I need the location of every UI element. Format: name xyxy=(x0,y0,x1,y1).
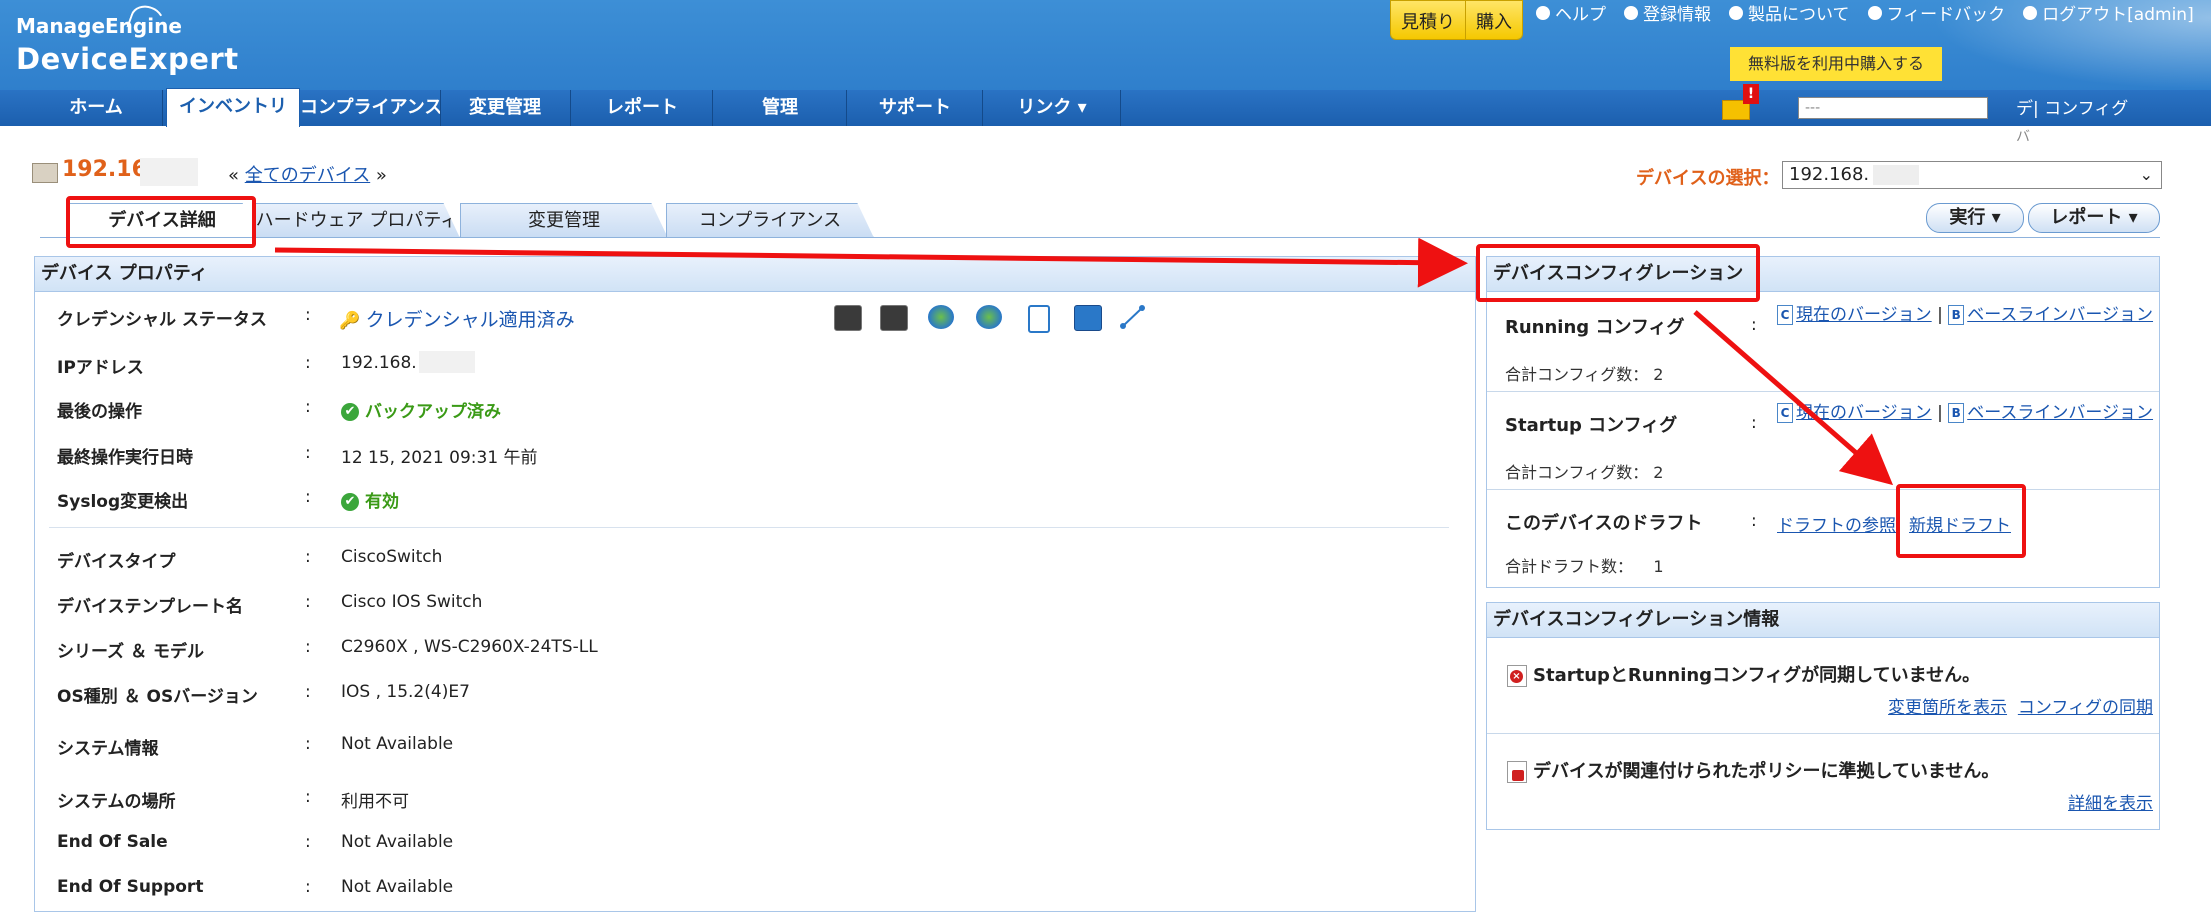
check-icon: ✔ xyxy=(341,403,359,421)
all-devices-link[interactable]: 全てのデバイス xyxy=(245,165,370,186)
buy-button[interactable]: 購入 xyxy=(1466,1,1522,39)
redacted-ip-block xyxy=(1873,165,1919,185)
about-link[interactable]: 製品について xyxy=(1729,0,1850,25)
quote-buy-group: 見積り 購入 xyxy=(1390,0,1523,40)
tab-divider xyxy=(40,237,2160,238)
top-links: ヘルプ 登録情報 製品について フィードバック ログアウト[admin] xyxy=(1536,0,2194,25)
logo-product: DeviceExpert xyxy=(16,42,239,76)
device-select-label: デバイスの選択： xyxy=(1636,168,1780,189)
globe-icon[interactable] xyxy=(928,305,954,329)
sync-error-icon: × xyxy=(1507,665,1527,687)
info-divider xyxy=(1487,733,2159,734)
trial-purchase-button[interactable]: 無料版を利用中購入する xyxy=(1730,47,1942,81)
check-icon: ✔ xyxy=(341,493,359,511)
logo-brand: ManageEngine xyxy=(16,14,182,38)
device-properties-panel: デバイス プロパティ クレデンシャル ステータス : 🔑 クレデンシャル適用済み… xyxy=(34,256,1476,912)
key-icon: 🔑 xyxy=(339,311,361,331)
redacted-ip-block xyxy=(140,158,198,186)
nav-links[interactable]: リンク ▾ xyxy=(984,90,1121,126)
device-properties-title: デバイス プロパティ xyxy=(35,257,1475,292)
draft-section: このデバイスのドラフト : ドラフトの参照 新規ドラフト 合計ドラフト数： 1 xyxy=(1505,511,2011,576)
draft-reference-link[interactable]: ドラフトの参照 xyxy=(1777,511,1896,536)
annotation-box-new-draft xyxy=(1896,484,2026,558)
registration-link[interactable]: 登録情報 xyxy=(1624,0,1711,25)
globe-lock-icon[interactable] xyxy=(976,305,1002,329)
config-info-panel: デバイスコンフィグレーション情報 × StartupとRunningコンフィグが同… xyxy=(1486,602,2160,830)
device-select[interactable]: 192.168. ⌄ xyxy=(1782,161,2162,189)
sync-warning: × StartupとRunningコンフィグが同期していません。 xyxy=(1507,661,1980,687)
help-icon xyxy=(1536,5,1550,20)
all-devices-nav: « 全てのデバイス » xyxy=(228,165,387,186)
tab-change-management[interactable]: 変更管理 xyxy=(460,203,668,238)
running-baseline-version-link[interactable]: ベースラインバージョン xyxy=(1967,305,2153,325)
show-changes-link[interactable]: 変更箇所を表示 xyxy=(1888,698,2007,718)
nav-home[interactable]: ホーム xyxy=(30,90,163,126)
policy-lock-icon xyxy=(1507,761,1527,783)
logout-link[interactable]: ログアウト[admin] xyxy=(2023,0,2194,25)
nav-search-input[interactable]: --- xyxy=(1798,97,1988,119)
nav-admin[interactable]: 管理 xyxy=(714,90,847,126)
nav-compliance[interactable]: コンプライアンス xyxy=(300,90,441,126)
startup-config-section: Startup コンフィグ : C 現在のバージョン | B ベースラインバージョン… xyxy=(1487,391,2159,490)
feedback-icon xyxy=(1867,5,1882,20)
nav-report[interactable]: レポート xyxy=(572,90,713,126)
terminal-lock-icon[interactable] xyxy=(880,305,908,331)
startup-current-version-link[interactable]: 現在のバージョン xyxy=(1796,403,1932,423)
device-config-panel: デバイスコンフィグレーション Running コンフィグ : C 現在のバージョン… xyxy=(1486,256,2160,588)
alert-badge-icon: ! xyxy=(1743,84,1759,104)
monitor-icon[interactable] xyxy=(1074,305,1102,331)
device-icon xyxy=(32,163,58,183)
tab-hardware-properties[interactable]: ハードウェア プロパティ xyxy=(254,203,460,238)
redacted-ip-block xyxy=(419,351,475,373)
config-info-title: デバイスコンフィグレーション情報 xyxy=(1487,603,2159,638)
feedback-link[interactable]: フィードバック xyxy=(1867,0,2005,25)
tab-compliance[interactable]: コンプライアンス xyxy=(666,203,874,238)
baseline-version-icon: B xyxy=(1948,305,1965,325)
sync-config-link[interactable]: コンフィグの同期 xyxy=(2018,698,2153,718)
startup-baseline-version-link[interactable]: ベースラインバージョン xyxy=(1967,403,2153,423)
show-details-link[interactable]: 詳細を表示 xyxy=(2068,794,2153,814)
nav-change-management[interactable]: 変更管理 xyxy=(440,90,571,126)
chevron-down-icon: ⌄ xyxy=(2139,165,2153,184)
registration-icon xyxy=(1624,5,1638,20)
current-version-icon: C xyxy=(1777,305,1793,325)
quote-button[interactable]: 見積り xyxy=(1391,1,1466,39)
nav-device-config-label[interactable]: デ| コンフィグ xyxy=(2016,94,2128,119)
compliance-warning: デバイスが関連付けられたポリシーに準拠していません。 xyxy=(1507,757,1999,783)
document-icon[interactable] xyxy=(1028,305,1050,333)
terminal-icon[interactable] xyxy=(834,305,862,331)
annotation-box-config-title xyxy=(1476,244,1760,302)
report-button[interactable]: レポート ▾ xyxy=(2028,203,2160,233)
app-header: ManageEngine DeviceExpert 見積り 購入 ヘルプ 登録情… xyxy=(0,0,2211,90)
about-icon xyxy=(1729,5,1743,20)
credential-applied-link[interactable]: クレデンシャル適用済み xyxy=(366,309,575,331)
help-link[interactable]: ヘルプ xyxy=(1536,0,1606,25)
nav-inventory[interactable]: インベントリ xyxy=(166,88,300,127)
baseline-version-icon: B xyxy=(1948,403,1965,423)
annotation-box-device-details-tab xyxy=(66,196,256,248)
nav-device-label-wrap: バ xyxy=(2016,129,2030,145)
trace-route-icon[interactable] xyxy=(1120,305,1146,329)
run-button[interactable]: 実行 ▾ xyxy=(1926,203,2024,233)
logout-icon xyxy=(2023,5,2038,20)
current-version-icon: C xyxy=(1777,403,1793,423)
running-config-section: Running コンフィグ : C 現在のバージョン | B ベースラインバージョン… xyxy=(1487,293,2159,392)
properties-divider xyxy=(49,527,1449,528)
nav-support[interactable]: サポート xyxy=(848,90,983,126)
running-current-version-link[interactable]: 現在のバージョン xyxy=(1796,305,1932,325)
